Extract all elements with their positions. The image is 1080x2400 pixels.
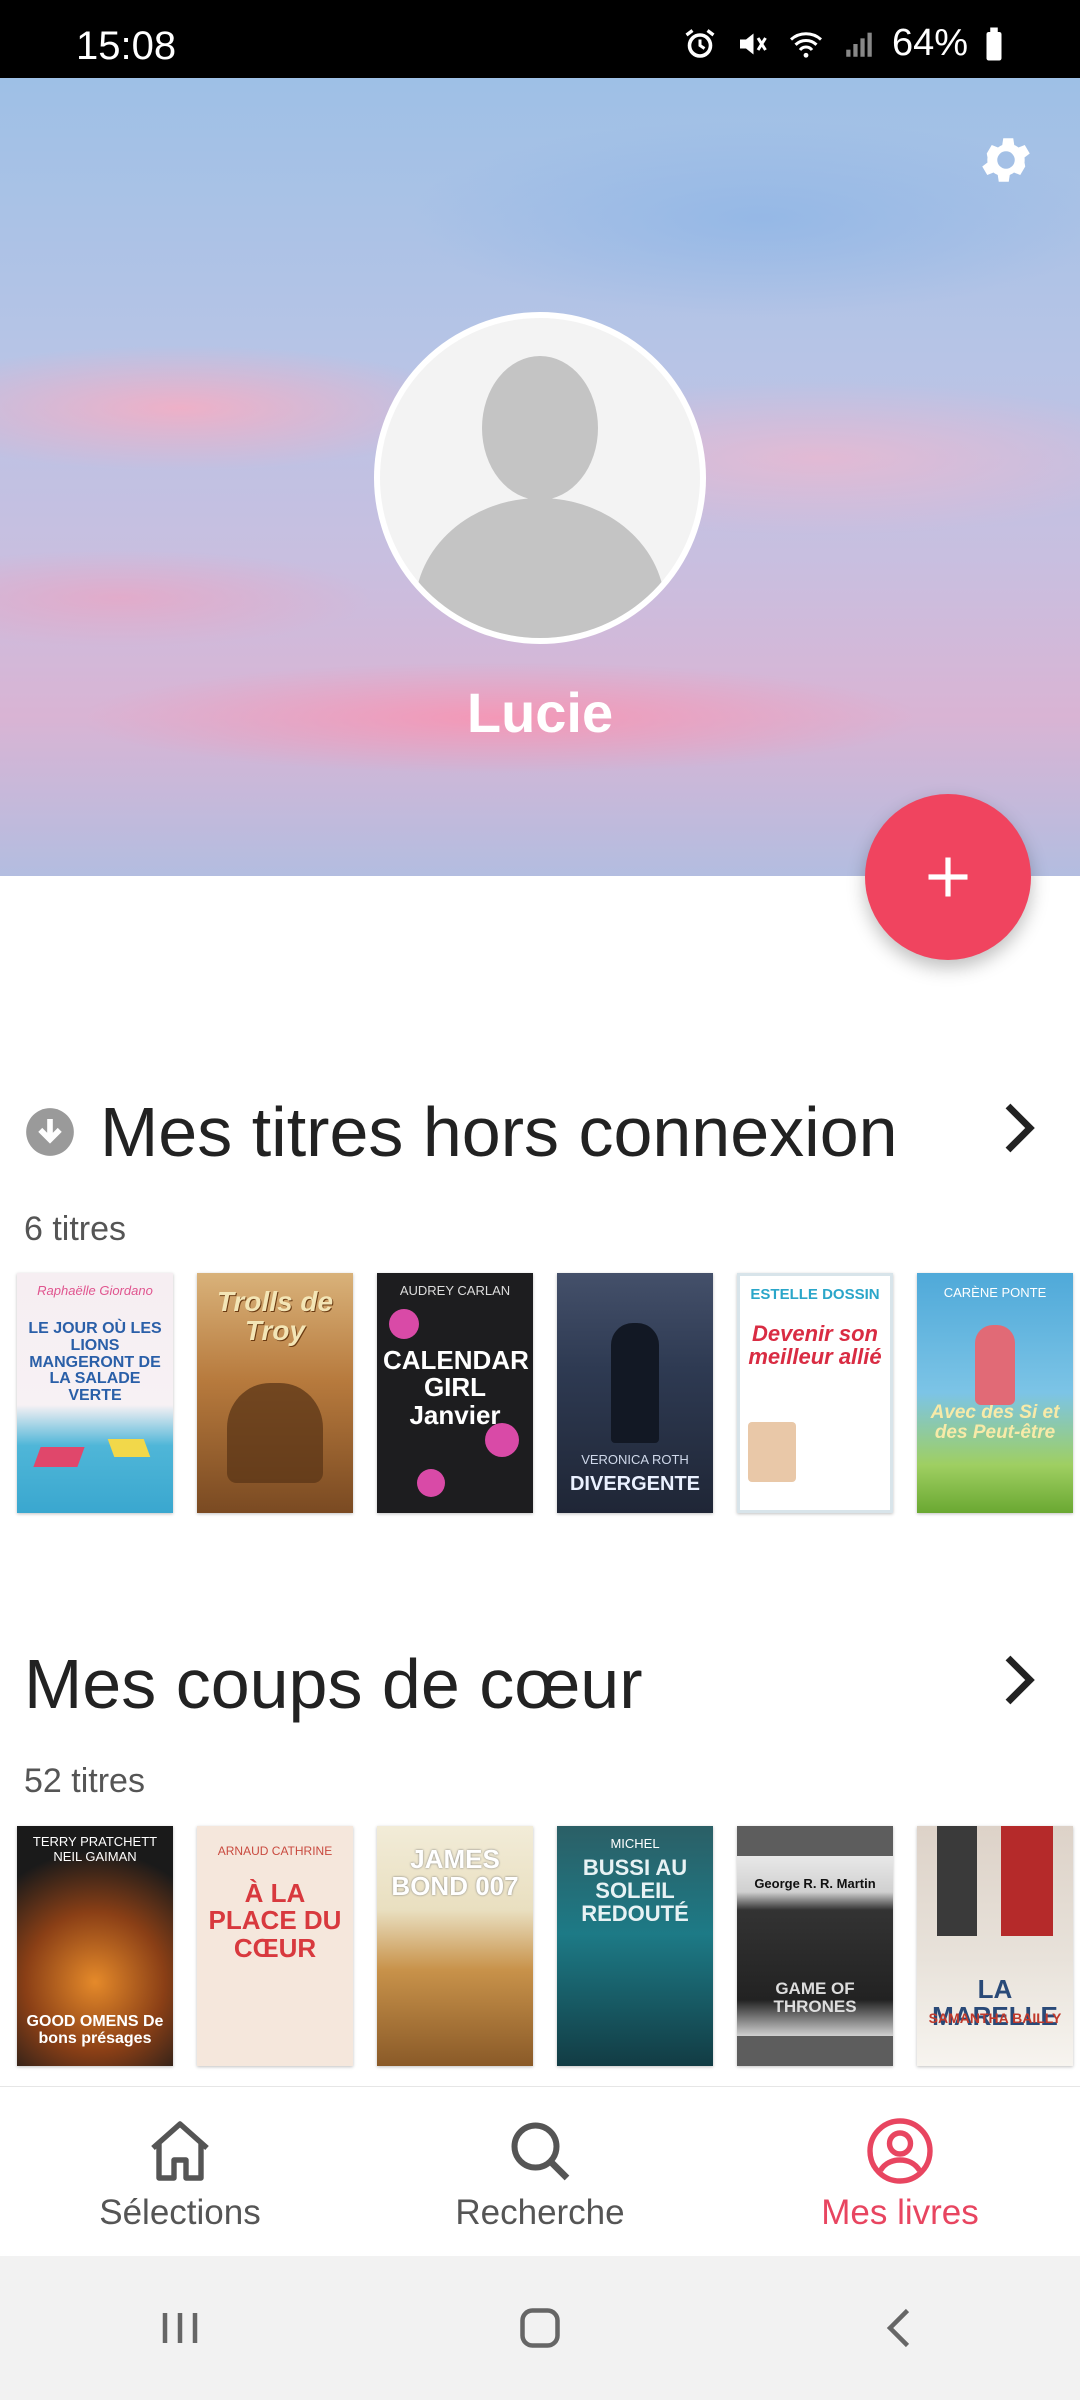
avatar[interactable] (374, 312, 706, 644)
wifi-icon (789, 31, 822, 58)
section-count: 52 titres (24, 1762, 145, 1800)
account-icon (867, 2118, 933, 2184)
section-title-offline[interactable]: Mes titres hors connexion (24, 1092, 898, 1172)
book-cover[interactable]: CARÈNE PONTE Avec des Si et des Peut-êtr… (917, 1273, 1073, 1513)
status-bar: 15:08 64% (0, 0, 1080, 78)
add-button[interactable] (865, 794, 1031, 960)
book-cover[interactable]: ARNAUD CATHRINE À LA PLACE DU CŒUR (197, 1826, 353, 2066)
chevron-right-icon[interactable] (1000, 1100, 1040, 1156)
book-cover[interactable]: MICHEL BUSSI AU SOLEIL REDOUTÉ (557, 1826, 713, 2066)
book-cover[interactable]: JAMES BOND 007 (377, 1826, 533, 2066)
download-icon (26, 1108, 74, 1156)
battery-percent: 64% (891, 22, 968, 64)
nav-selections[interactable]: Sélections (0, 2087, 360, 2256)
gear-icon[interactable] (976, 130, 1036, 190)
status-icons: 64% (682, 22, 1004, 65)
recent-apps-icon[interactable] (150, 2298, 210, 2358)
profile-header: Lucie (0, 78, 1080, 876)
nav-label: Mes livres (821, 2193, 979, 2232)
battery-icon (986, 27, 1002, 60)
nav-my-books[interactable]: Mes livres (720, 2087, 1080, 2256)
book-cover[interactable]: Trolls de Troy (197, 1273, 353, 1513)
mute-icon (739, 33, 767, 54)
nav-label: Recherche (455, 2193, 625, 2232)
section-title-favorites[interactable]: Mes coups de cœur (24, 1644, 643, 1724)
signal-icon (846, 32, 872, 57)
book-cover[interactable]: DIVERGENTE VERONICA ROTH (557, 1273, 713, 1513)
book-cover[interactable]: LA MARELLE SAMANTHA BAILLY (917, 1826, 1073, 2066)
book-row-favorites: TERRY PRATCHETT NEIL GAIMAN GOOD OMENS D… (17, 1826, 1073, 2066)
back-icon[interactable] (870, 2298, 930, 2358)
status-time: 15:08 (76, 24, 177, 68)
section-count: 6 titres (24, 1210, 127, 1248)
book-cover[interactable]: George R. R. Martin GAME OF THRONES (737, 1826, 893, 2066)
nav-search[interactable]: Recherche (360, 2087, 720, 2256)
book-cover[interactable]: Raphaëlle Giordano LE JOUR OÙ LES LIONS … (17, 1273, 173, 1513)
profile-name: Lucie (466, 681, 614, 744)
section-title-text: Mes coups de cœur (24, 1645, 643, 1723)
nav-label: Sélections (99, 2193, 261, 2232)
system-nav-bar (0, 2256, 1080, 2400)
book-cover[interactable]: AUDREY CARLAN CALENDAR GIRL Janvier (377, 1273, 533, 1513)
book-row-offline: Raphaëlle Giordano LE JOUR OÙ LES LIONS … (17, 1273, 1073, 1513)
home-button-icon[interactable] (510, 2298, 570, 2358)
chevron-right-icon[interactable] (1000, 1652, 1040, 1708)
alarm-icon (685, 28, 715, 58)
plus-icon (928, 857, 968, 897)
book-cover[interactable]: ESTELLE DOSSIN Devenir son meilleur alli… (737, 1273, 893, 1513)
bottom-nav: Sélections Recherche Mes livres (0, 2086, 1080, 2256)
book-cover[interactable]: TERRY PRATCHETT NEIL GAIMAN GOOD OMENS D… (17, 1826, 173, 2066)
search-icon (511, 2122, 570, 2181)
avatar-placeholder-icon (415, 356, 665, 638)
section-title-text: Mes titres hors connexion (100, 1093, 898, 1171)
home-icon (151, 2121, 209, 2181)
